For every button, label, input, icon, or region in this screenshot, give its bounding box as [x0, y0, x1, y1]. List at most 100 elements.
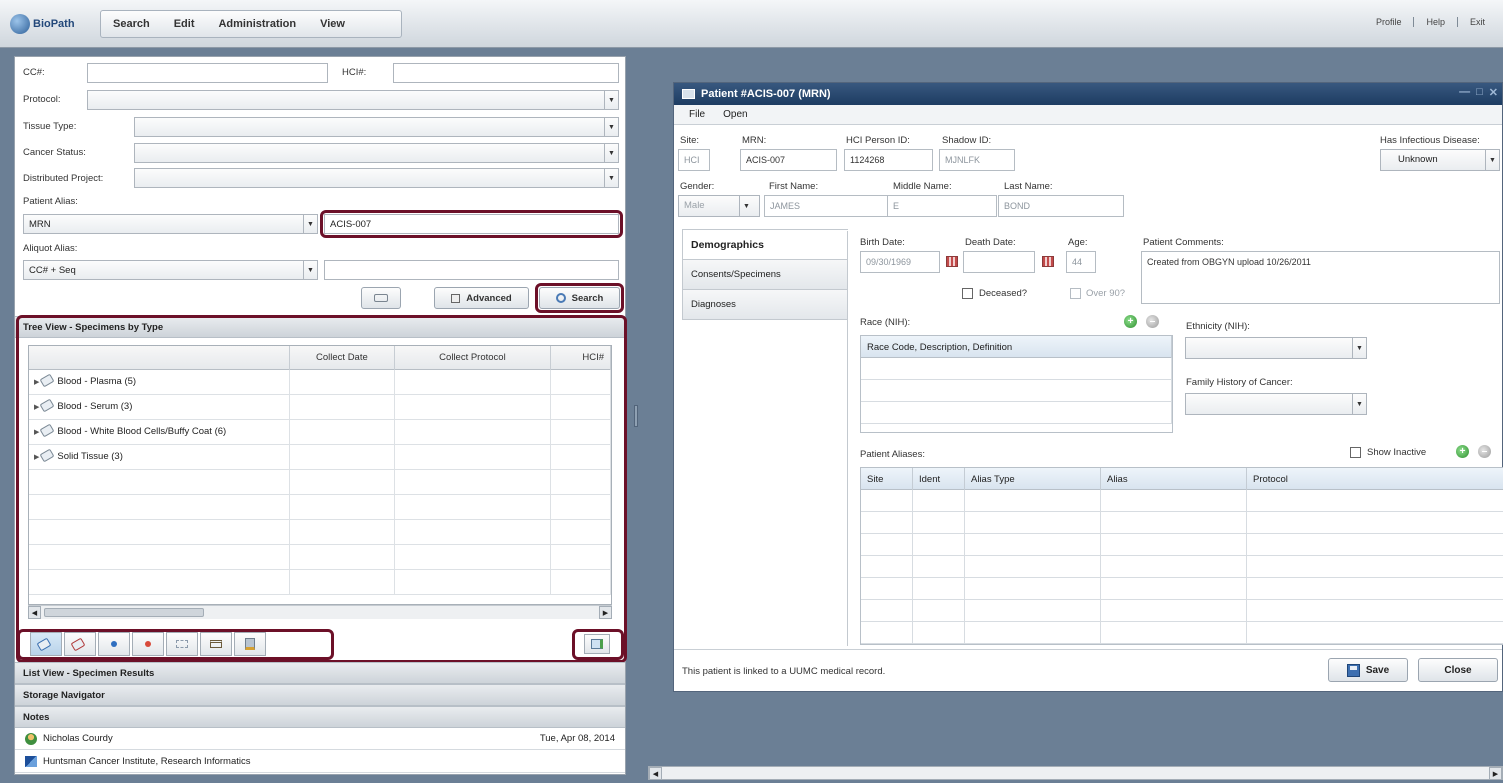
gender-label: Gender: — [680, 181, 715, 192]
expand-arrow-icon[interactable]: ▶ — [34, 429, 39, 436]
aliquot-alias-input[interactable] — [324, 260, 619, 280]
menu-search[interactable]: Search — [101, 18, 162, 30]
tree-view-header[interactable]: Tree View - Specimens by Type — [15, 316, 625, 338]
advanced-button[interactable]: Advanced — [434, 287, 529, 309]
tree-row[interactable]: ▶ Blood - Plasma (5) — [29, 370, 611, 395]
scroll-left-icon[interactable]: ◀ — [28, 606, 41, 619]
death-calendar-icon[interactable] — [1042, 256, 1054, 267]
add-race-icon[interactable]: + — [1124, 315, 1137, 328]
patient-comments-label: Patient Comments: — [1143, 237, 1224, 248]
user-icon — [25, 732, 37, 745]
add-alias-icon[interactable]: + — [1456, 445, 1469, 458]
death-date-field[interactable] — [963, 251, 1035, 273]
workspace-horizontal-scrollbar[interactable]: ◀ ▶ — [648, 766, 1503, 780]
patient-window-title: Patient #ACIS-007 (MRN) — [701, 88, 831, 100]
infectious-disease-value: Unknown — [1398, 154, 1438, 165]
tree-export-button[interactable] — [584, 634, 610, 654]
tree-view-export-button[interactable] — [234, 632, 266, 656]
expand-arrow-icon[interactable]: ▶ — [34, 404, 39, 411]
close-label: Close — [1444, 664, 1472, 676]
blue-tag-icon — [36, 637, 52, 652]
alias-col-ident[interactable]: Ident — [913, 468, 965, 490]
alias-col-alias-type[interactable]: Alias Type — [965, 468, 1101, 490]
family-history-select[interactable]: ▼ — [1185, 393, 1367, 415]
profile-link[interactable]: Profile — [1364, 17, 1414, 27]
scroll-right-icon[interactable]: ▶ — [1489, 767, 1502, 780]
tree-row-empty — [29, 545, 611, 570]
birth-calendar-icon[interactable] — [946, 256, 958, 267]
patient-aliases-grid: Site Ident Alias Type Alias Protocol — [860, 467, 1503, 645]
tab-demographics[interactable]: Demographics — [682, 230, 848, 260]
maximize-icon[interactable]: □ — [1476, 86, 1483, 99]
scroll-right-icon[interactable]: ▶ — [599, 606, 612, 619]
close-button[interactable]: Close — [1418, 658, 1498, 682]
tree-horizontal-scrollbar[interactable]: ◀ ▶ — [28, 605, 612, 619]
deceased-checkbox[interactable] — [962, 288, 973, 299]
list-view-header[interactable]: List View - Specimen Results — [15, 662, 625, 684]
tree-row-label: Blood - White Blood Cells/Buffy Coat (6) — [57, 426, 227, 437]
tissue-type-select[interactable]: ▼ — [134, 117, 619, 137]
tree-row[interactable]: ▶ Blood - Serum (3) — [29, 395, 611, 420]
tree-view-red-tag-button[interactable] — [64, 632, 96, 656]
patient-alias-type-select[interactable]: MRN ▼ — [23, 214, 318, 234]
infectious-disease-select[interactable]: Unknown ▼ — [1380, 149, 1500, 171]
race-column-header[interactable]: Race Code, Description, Definition — [861, 336, 1172, 358]
menu-view[interactable]: View — [308, 18, 357, 30]
expand-arrow-icon[interactable]: ▶ — [34, 454, 39, 461]
help-link[interactable]: Help — [1413, 17, 1457, 27]
patient-alias-input[interactable]: ACIS-007 — [324, 214, 619, 234]
patient-window-title-bar[interactable]: Patient #ACIS-007 (MRN) — [674, 83, 1502, 105]
alias-col-protocol[interactable]: Protocol — [1247, 468, 1503, 490]
race-label: Race (NIH): — [860, 317, 911, 328]
alias-col-site[interactable]: Site — [861, 468, 913, 490]
storage-navigator-header[interactable]: Storage Navigator — [15, 684, 625, 706]
protocol-label: Protocol: — [23, 94, 61, 105]
tree-view-red-dot-button[interactable] — [132, 632, 164, 656]
tree-row[interactable]: ▶ Blood - White Blood Cells/Buffy Coat (6… — [29, 420, 611, 445]
menu-open[interactable]: Open — [714, 109, 756, 120]
scroll-left-icon[interactable]: ◀ — [649, 767, 662, 780]
tree-view-grid-button[interactable] — [166, 632, 198, 656]
exit-link[interactable]: Exit — [1456, 17, 1497, 27]
remove-race-icon[interactable]: – — [1146, 315, 1159, 328]
scroll-thumb[interactable] — [44, 608, 204, 617]
app-logo[interactable]: BioPath — [10, 12, 75, 36]
cancer-status-select[interactable]: ▼ — [134, 143, 619, 163]
tree-view-blue-dot-button[interactable] — [98, 632, 130, 656]
linked-record-text: This patient is linked to a UUMC medical… — [682, 666, 886, 677]
panel-splitter-handle[interactable] — [634, 405, 638, 427]
clear-button[interactable] — [361, 287, 401, 309]
patient-comments-field[interactable]: Created from OBGYN upload 10/26/2011 — [1141, 251, 1500, 304]
notes-header[interactable]: Notes — [15, 706, 625, 728]
menu-file[interactable]: File — [680, 109, 714, 120]
tree-view-blue-tag-button[interactable] — [30, 632, 62, 656]
show-inactive-checkbox[interactable] — [1350, 447, 1361, 458]
specimen-tree-table: Collect Date Collect Protocol HCI# ▶ Bloo… — [28, 345, 612, 605]
tab-diagnoses[interactable]: Diagnoses — [682, 290, 848, 320]
tree-view-basket-button[interactable] — [200, 632, 232, 656]
minimize-icon[interactable]: — — [1459, 86, 1470, 99]
tree-col-collect-protocol[interactable]: Collect Protocol — [395, 346, 552, 370]
save-button[interactable]: Save — [1328, 658, 1408, 682]
gender-value: Male — [684, 200, 705, 211]
cc-input[interactable] — [87, 63, 328, 83]
distributed-project-select[interactable]: ▼ — [134, 168, 619, 188]
expand-arrow-icon[interactable]: ▶ — [34, 379, 39, 386]
tree-col-hci[interactable]: HCI# — [551, 346, 611, 370]
remove-alias-icon[interactable]: – — [1478, 445, 1491, 458]
tree-row[interactable]: ▶ Solid Tissue (3) — [29, 445, 611, 470]
hci-input[interactable] — [393, 63, 619, 83]
alias-col-alias[interactable]: Alias — [1101, 468, 1247, 490]
close-window-icon[interactable]: ✕ — [1489, 86, 1498, 99]
tree-row-label: Blood - Plasma (5) — [57, 376, 137, 387]
protocol-select[interactable]: ▼ — [87, 90, 619, 110]
tree-col-name[interactable] — [29, 346, 291, 370]
tree-col-collect-date[interactable]: Collect Date — [290, 346, 395, 370]
menu-edit[interactable]: Edit — [162, 18, 207, 30]
tab-consents-specimens[interactable]: Consents/Specimens — [682, 260, 848, 290]
ethnicity-select[interactable]: ▼ — [1185, 337, 1367, 359]
show-inactive-label: Show Inactive — [1367, 447, 1427, 458]
search-button[interactable]: Search — [539, 287, 620, 309]
aliquot-alias-type-select[interactable]: CC# + Seq ▼ — [23, 260, 318, 280]
menu-administration[interactable]: Administration — [206, 18, 308, 30]
